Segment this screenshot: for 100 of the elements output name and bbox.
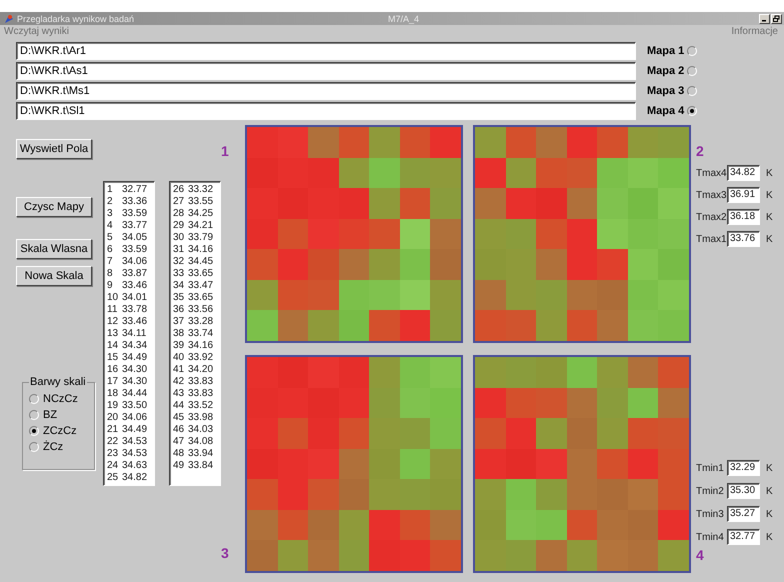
temperature-field[interactable]: 34.82 [727,165,760,181]
radio-label[interactable]: ŻCz [43,441,64,453]
item-value: 33.94 [188,448,214,460]
item-index: 34 [173,280,186,292]
item-value: 34.49 [122,352,148,364]
item-value: 33.46 [122,316,148,328]
restore-button[interactable] [771,14,782,24]
item-value: 33.65 [188,268,214,280]
radio-button[interactable] [687,86,698,96]
radio-button[interactable] [29,426,39,436]
temperature-field[interactable]: 35.30 [727,483,760,499]
item-value: 34.03 [188,424,214,436]
item-index: 7 [107,256,114,268]
item-value: 34.06 [122,412,148,424]
minimize-button[interactable] [759,14,770,24]
item-value: 33.84 [188,460,214,472]
action-button[interactable]: Skala Wlasna [16,239,92,259]
item-value: 33.46 [122,280,148,292]
item-index: 44 [173,400,186,412]
item-index: 47 [173,436,186,448]
item-index: 48 [173,448,186,460]
item-value: 33.92 [188,352,214,364]
item-index: 9 [107,280,114,292]
item-value: 34.30 [122,364,148,376]
item-index: 43 [173,388,186,400]
map-label: Mapa 3 [647,85,684,97]
item-value: 34.44 [122,388,148,400]
item-index: 4 [107,220,114,232]
radio-button[interactable] [29,394,39,404]
radio-label[interactable]: ZCzCz [43,425,77,437]
item-index: 17 [107,376,120,388]
file-path-field[interactable]: D:\WKR.t\Ms1 [16,82,636,100]
action-button[interactable]: Wyswietl Pola [16,139,92,159]
temperature-field[interactable]: 36.18 [727,209,760,225]
unit-label: K [766,190,773,200]
item-index: 3 [107,208,114,220]
item-index: 5 [107,232,114,244]
item-index: 16 [107,364,120,376]
radio-button[interactable] [687,106,698,116]
item-index: 49 [173,460,186,472]
item-index: 46 [173,424,186,436]
field-label: Tmax1 [696,234,727,244]
map-number: 1 [221,143,230,159]
action-button[interactable]: Nowa Skala [16,266,92,286]
item-index: 19 [107,400,120,412]
map-label: Mapa 4 [647,105,684,117]
radio-label[interactable]: BZ [43,409,58,421]
item-value: 34.11 [122,328,146,340]
item-value: 32.77 [122,184,148,196]
item-value: 34.34 [122,340,148,352]
item-value: 33.47 [188,280,214,292]
item-index: 18 [107,388,120,400]
radio-button[interactable] [687,46,698,56]
window-title: Przegladarka wynikow badań [17,14,136,24]
field-label: Tmax2 [696,212,727,222]
unit-label: K [766,486,773,496]
item-index: 8 [107,268,114,280]
group-title: Barwy skali [29,376,87,388]
temperature-field[interactable]: 36.91 [727,187,760,203]
item-value: 33.56 [188,304,214,316]
item-index: 13 [107,328,120,340]
file-path-field[interactable]: D:\WKR.t\As1 [16,62,636,80]
item-index: 28 [173,208,186,220]
item-value: 33.65 [188,292,214,304]
item-index: 12 [107,316,120,328]
temperature-field[interactable]: 33.76 [727,231,760,247]
item-value: 33.55 [188,196,214,208]
item-index: 26 [173,184,186,196]
item-index: 45 [173,412,186,424]
item-index: 10 [107,292,120,304]
item-value: 34.16 [188,340,214,352]
window-subtitle: M7/A_4 [388,14,420,24]
field-label: Tmin1 [696,462,725,474]
item-index: 31 [173,244,186,256]
item-value: 33.79 [188,232,214,244]
radio-button[interactable] [29,442,39,452]
app-icon [4,14,14,24]
temperature-field[interactable]: 32.29 [727,460,760,476]
radio-button[interactable] [29,410,39,420]
file-path-field[interactable]: D:\WKR.t\Sl1 [16,102,636,120]
item-value: 33.83 [188,388,214,400]
map-number: 4 [696,547,705,563]
item-value: 33.78 [122,304,148,316]
radio-button[interactable] [687,66,698,76]
item-index: 23 [107,448,120,460]
item-value: 34.01 [122,292,148,304]
radio-label[interactable]: NCzCz [43,393,78,405]
file-path-field[interactable]: D:\WKR.t\Ar1 [16,42,636,60]
item-value: 33.77 [122,220,148,232]
field-label: Tmin4 [696,532,725,542]
item-value: 33.59 [122,208,148,220]
unit-label: K [766,508,773,520]
unit-label: K [766,212,773,222]
item-index: 11 [107,304,118,316]
action-button[interactable]: Czysc Mapy [16,197,92,217]
map-number: 3 [221,545,230,561]
temperature-field[interactable]: 32.77 [727,529,760,545]
item-value: 34.20 [188,364,214,376]
item-index: 42 [173,376,186,388]
temperature-field[interactable]: 35.27 [727,506,760,522]
